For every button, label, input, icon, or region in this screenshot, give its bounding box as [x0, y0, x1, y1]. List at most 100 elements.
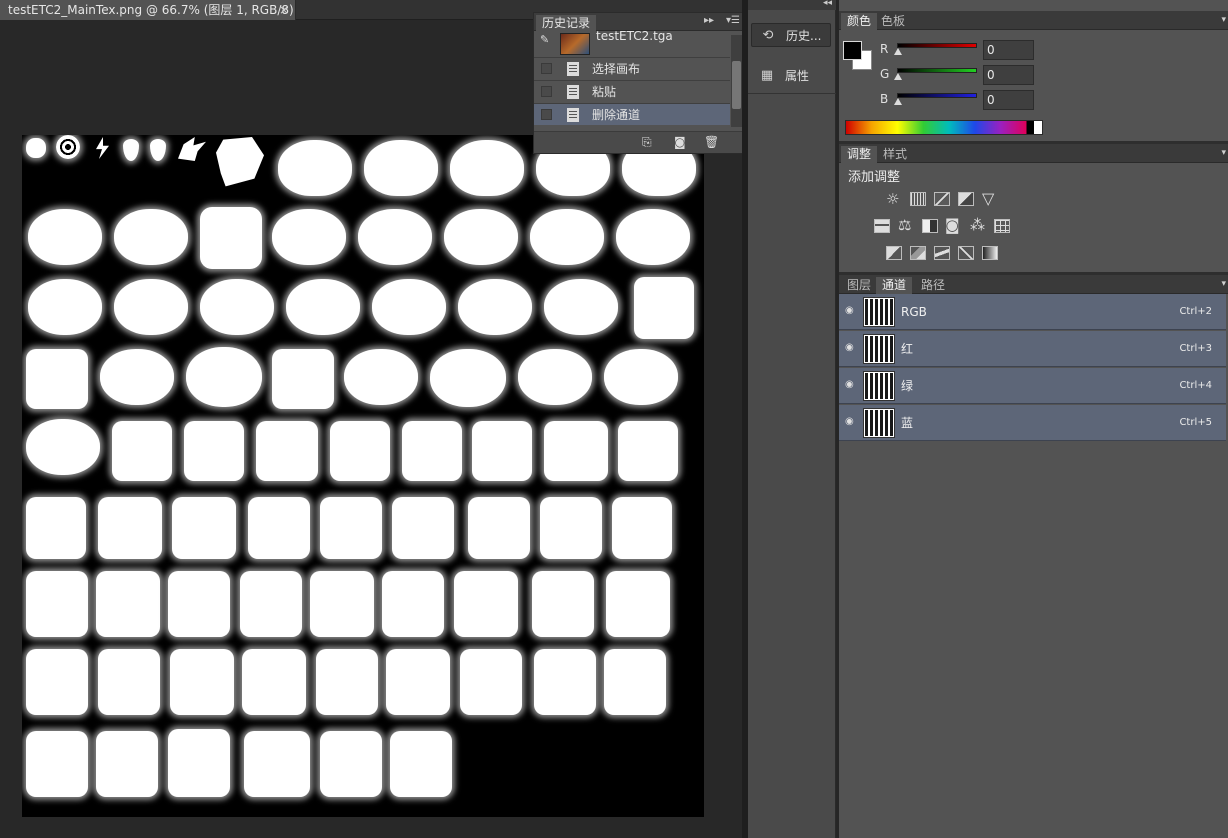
black-white-icon[interactable]: [922, 219, 938, 233]
red-slider-knob[interactable]: [894, 48, 902, 55]
blue-slider-knob[interactable]: [894, 98, 902, 105]
texture-sprite: [200, 207, 262, 269]
texture-sprite: [320, 731, 382, 797]
channel-shortcut: Ctrl+2: [1179, 306, 1212, 317]
texture-sprite: [430, 349, 506, 407]
dock-header: ◂◂: [748, 0, 836, 10]
texture-sprite: [200, 279, 274, 335]
levels-icon[interactable]: [910, 192, 926, 206]
texture-sprite: [114, 209, 188, 265]
texture-sprite: [518, 349, 592, 405]
channel-row-rgb[interactable]: ◉ RGB Ctrl+2: [839, 294, 1226, 330]
history-footer: ⎘ ◙ 🗑: [534, 131, 744, 153]
channel-row-red[interactable]: ◉ 红 Ctrl+3: [839, 331, 1226, 367]
green-slider[interactable]: [897, 68, 977, 73]
dock-properties-button[interactable]: ▦ 属性: [751, 64, 831, 88]
tab-adjustments[interactable]: 调整: [841, 146, 878, 163]
selective-color-icon[interactable]: [958, 246, 974, 260]
foreground-color-swatch[interactable]: [843, 41, 862, 60]
texture-sprite: [364, 140, 438, 196]
vibrance-icon[interactable]: ▽: [982, 189, 994, 208]
tab-styles[interactable]: 样式: [877, 146, 913, 163]
visibility-eye-icon[interactable]: ◉: [845, 417, 857, 427]
texture-sprite: [96, 571, 160, 637]
texture-sprite: [534, 649, 596, 715]
texture-sprite: [28, 279, 102, 335]
dock-history-label: 历史...: [786, 29, 822, 43]
visibility-eye-icon[interactable]: ◉: [845, 380, 857, 390]
hue-saturation-icon[interactable]: [874, 219, 890, 233]
history-step-icon: [567, 108, 579, 122]
panel-menu-icon[interactable]: ▾: [1221, 15, 1226, 25]
history-checkbox[interactable]: [541, 86, 552, 97]
texture-sprite: [26, 649, 88, 715]
red-slider[interactable]: [897, 43, 977, 48]
color-balance-icon[interactable]: ⚖: [898, 216, 911, 234]
texture-sprite: [530, 209, 604, 265]
texture-sprite: [634, 277, 694, 339]
collapse-icon[interactable]: ▸▸: [704, 15, 714, 26]
channel-row-green[interactable]: ◉ 绿 Ctrl+4: [839, 368, 1226, 404]
visibility-eye-icon[interactable]: ◉: [845, 306, 857, 316]
color-spectrum-bar[interactable]: [845, 120, 1043, 135]
canvas[interactable]: [22, 135, 704, 817]
history-item-selected[interactable]: 删除通道: [534, 103, 730, 125]
texture-sprite: [26, 731, 88, 797]
history-item[interactable]: 粘贴: [534, 80, 730, 102]
gradient-map-icon[interactable]: [982, 246, 998, 260]
curves-icon[interactable]: [934, 192, 950, 206]
tab-swatches[interactable]: 色板: [875, 13, 911, 30]
history-item[interactable]: 选择画布: [534, 57, 730, 79]
posterize-icon[interactable]: [910, 246, 926, 260]
tab-layers[interactable]: 图层: [841, 277, 877, 294]
brightness-contrast-icon[interactable]: ☼: [886, 190, 899, 208]
tab-paths[interactable]: 路径: [915, 277, 951, 294]
tab-history[interactable]: 历史记录: [536, 15, 597, 31]
panel-menu-icon[interactable]: ▾: [1221, 279, 1226, 289]
history-checkbox[interactable]: [541, 63, 552, 74]
blue-value-field[interactable]: 0: [983, 90, 1034, 110]
green-slider-knob[interactable]: [894, 73, 902, 80]
expand-panels-icon[interactable]: ◂◂: [823, 0, 832, 8]
panel-menu-icon[interactable]: ▾: [1221, 148, 1226, 158]
trash-icon[interactable]: 🗑: [704, 135, 719, 149]
texture-sprite: [244, 731, 310, 797]
texture-sprite: [150, 139, 166, 161]
brush-source-icon[interactable]: ✎: [540, 33, 549, 46]
invert-icon[interactable]: [886, 246, 902, 260]
texture-sprite: [100, 349, 174, 405]
snapshot-name: testETC2.tga: [596, 29, 673, 43]
history-checkbox[interactable]: [541, 109, 552, 120]
dock-history-button[interactable]: ⟲ 历史...: [751, 23, 831, 47]
texture-sprite: [26, 497, 86, 559]
visibility-eye-icon[interactable]: ◉: [845, 343, 857, 353]
exposure-icon[interactable]: [958, 192, 974, 206]
panel-menu-icon[interactable]: ▾☰: [726, 15, 740, 26]
history-scrollbar[interactable]: [731, 35, 742, 127]
color-lookup-icon[interactable]: [994, 219, 1010, 233]
scrollbar-thumb[interactable]: [732, 61, 741, 109]
green-value-field[interactable]: 0: [983, 65, 1034, 85]
texture-sprite: [112, 421, 172, 481]
channel-name: RGB: [901, 305, 927, 319]
camera-icon[interactable]: ◙: [674, 135, 686, 149]
document-tab[interactable]: testETC2_MainTex.png @ 66.7% (图层 1, RGB/…: [0, 0, 296, 20]
channel-row-blue[interactable]: ◉ 蓝 Ctrl+5: [839, 405, 1226, 441]
channel-mixer-icon[interactable]: ⁂: [970, 216, 985, 234]
new-document-icon[interactable]: ⎘: [642, 135, 652, 150]
tab-color[interactable]: 颜色: [841, 13, 878, 30]
texture-sprite: [178, 137, 206, 161]
tab-channels[interactable]: 通道: [876, 277, 913, 294]
close-icon[interactable]: ×: [279, 0, 289, 20]
history-icon: ⟲: [762, 28, 774, 43]
red-value-field[interactable]: 0: [983, 40, 1034, 60]
green-label: G: [880, 67, 890, 81]
texture-sprite: [168, 571, 230, 637]
photo-filter-icon[interactable]: ◙: [945, 216, 960, 234]
blue-slider[interactable]: [897, 93, 977, 98]
threshold-icon[interactable]: [934, 246, 950, 260]
texture-sprite: [532, 571, 594, 637]
history-snapshot[interactable]: ✎ testETC2.tga: [534, 29, 730, 57]
texture-sprite: [278, 140, 352, 196]
red-label: R: [880, 42, 889, 56]
